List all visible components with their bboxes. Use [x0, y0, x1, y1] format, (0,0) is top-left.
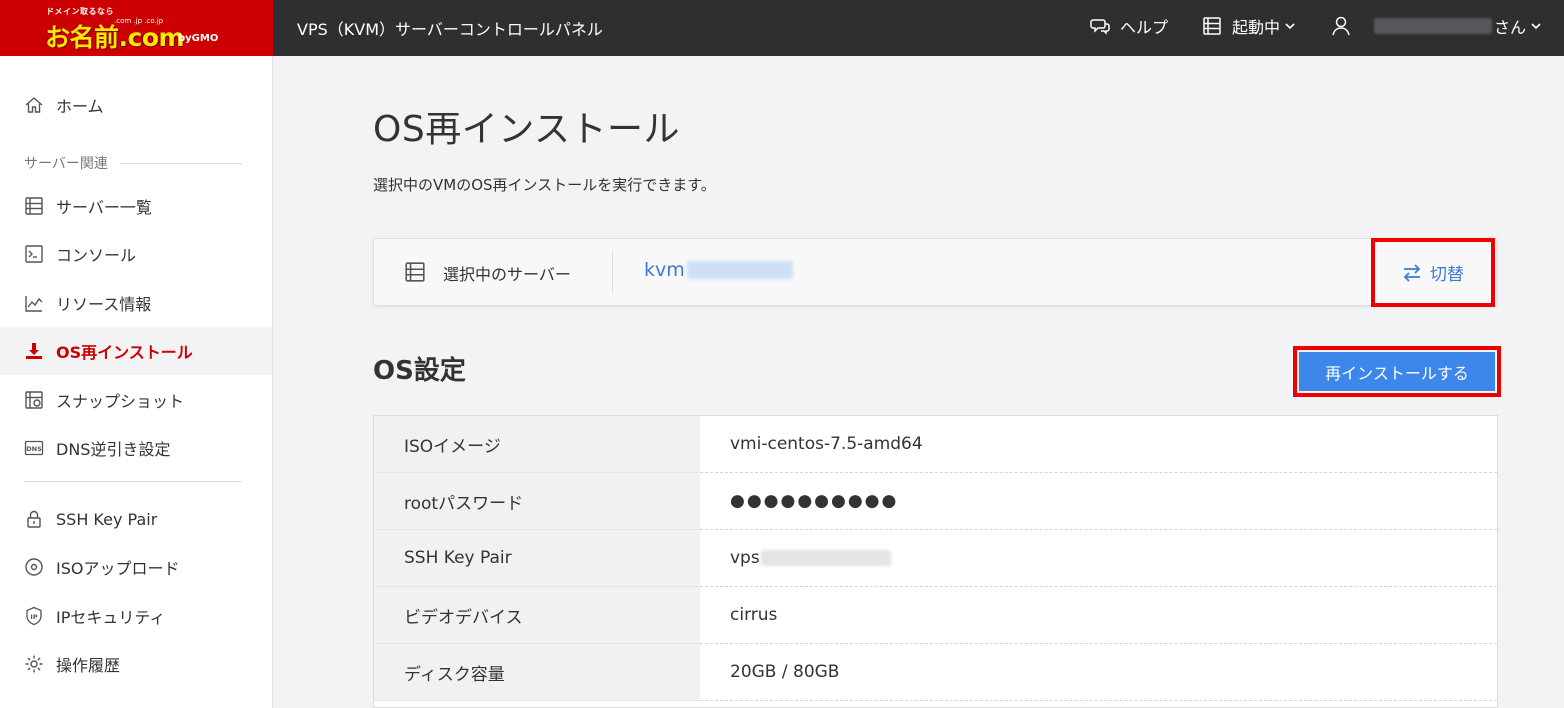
top-header: ドメイン取るなら .com .jp .co.jp お名前.com byGMO V… — [0, 0, 1564, 56]
os-settings-title: OS設定 — [373, 356, 466, 386]
line-chart-icon — [24, 293, 44, 313]
status-label: 起動中 — [1232, 18, 1281, 37]
selected-server-name: kvm — [644, 259, 793, 281]
sidebar-item-label: DNS逆引き設定 — [56, 440, 171, 459]
sidebar-item-label: OS再インストール — [56, 343, 193, 362]
logo-tagline: ドメイン取るなら — [46, 7, 114, 16]
reinstall-button[interactable]: 再インストールする — [1299, 352, 1495, 391]
gear-icon — [24, 654, 44, 674]
dns-icon: DNS — [24, 438, 44, 458]
section-label-server: サーバー関連 — [24, 153, 242, 173]
sidebar-item-label: ホーム — [56, 97, 104, 116]
chat-bubbles-icon — [1090, 19, 1110, 35]
setting-key: ディスク容量 — [374, 644, 700, 701]
page-description: 選択中のVMのOS再インストールを実行できます。 — [373, 176, 716, 194]
user-icon — [1332, 16, 1350, 36]
sidebar-divider — [24, 481, 242, 482]
user-name-redacted — [1374, 18, 1492, 34]
table-row: SSH Key Pair vps — [374, 530, 1497, 587]
sidebar-item-home[interactable]: ホーム — [0, 81, 272, 129]
sidebar-item-label: リソース情報 — [56, 295, 152, 314]
sidebar: ホーム サーバー関連 サーバー一覧 コンソール リソース情報 OS再インストール… — [0, 56, 273, 708]
setting-value: cirrus — [700, 587, 1497, 644]
sidebar-item-ssh-key[interactable]: SSH Key Pair — [0, 495, 272, 543]
server-list-icon — [1203, 17, 1221, 35]
sidebar-item-dns[interactable]: DNS DNS逆引き設定 — [0, 424, 272, 472]
sidebar-item-iso-upload[interactable]: ISOアップロード — [0, 543, 272, 591]
server-list-icon — [24, 196, 44, 216]
swap-arrows-icon — [1403, 263, 1421, 282]
page-title: OS再インストール — [373, 109, 680, 150]
svg-text:DNS: DNS — [26, 445, 42, 453]
sidebar-item-label: IPセキュリティ — [56, 608, 166, 627]
svg-text:IP: IP — [30, 613, 37, 621]
logo-gmo: byGMO — [178, 33, 219, 44]
header-title: VPS（KVM）サーバーコントロールパネル — [297, 20, 603, 39]
sidebar-item-os-reinstall[interactable]: OS再インストール — [0, 327, 272, 375]
setting-value: vmi-centos-7.5-amd64 — [700, 416, 1497, 473]
table-row: rootパスワード ●●●●●●●●●● — [374, 473, 1497, 530]
sidebar-item-snapshot[interactable]: スナップショット — [0, 376, 272, 424]
setting-key: SSH Key Pair — [374, 530, 700, 587]
server-list-icon — [404, 261, 426, 287]
key-name-redacted — [760, 550, 891, 566]
sidebar-item-console[interactable]: コンソール — [0, 230, 272, 278]
help-menu[interactable]: ヘルプ — [1090, 14, 1168, 38]
table-row: ディスク容量 20GB / 80GB — [374, 644, 1497, 701]
sidebar-item-label: ISOアップロード — [56, 559, 180, 578]
setting-key: ビデオデバイス — [374, 587, 700, 644]
sidebar-item-label: 操作履歴 — [56, 656, 121, 675]
logo-text: お名前.com — [45, 23, 185, 52]
chevron-down-icon — [1285, 23, 1295, 30]
onamae-logo[interactable]: ドメイン取るなら .com .jp .co.jp お名前.com byGMO — [0, 0, 273, 56]
sidebar-item-ip-security[interactable]: IP IPセキュリティ — [0, 592, 272, 640]
selected-server-card: 選択中のサーバー kvm 切替 — [373, 238, 1497, 307]
sidebar-item-label: コンソール — [56, 246, 137, 265]
table-row: ビデオデバイス cirrus — [374, 587, 1497, 644]
user-suffix: さん — [1494, 18, 1527, 37]
snapshot-icon — [24, 390, 44, 410]
sidebar-item-resource[interactable]: リソース情報 — [0, 279, 272, 327]
setting-key: rootパスワード — [374, 473, 700, 530]
help-label: ヘルプ — [1120, 18, 1169, 37]
os-settings-table: ISOイメージ vmi-centos-7.5-amd64 rootパスワード ●… — [373, 415, 1498, 708]
reinstall-highlight: 再インストールする — [1293, 346, 1501, 397]
disc-icon — [24, 557, 44, 577]
sidebar-item-server-list[interactable]: サーバー一覧 — [0, 182, 272, 230]
home-icon — [24, 95, 44, 115]
setting-value: ●●●●●●●●●● — [700, 473, 1497, 530]
table-row: ISOイメージ vmi-centos-7.5-amd64 — [374, 416, 1497, 473]
selected-server-label: 選択中のサーバー — [443, 265, 571, 284]
sidebar-item-label: SSH Key Pair — [56, 509, 158, 529]
switch-server-button[interactable]: 切替 — [1371, 238, 1495, 307]
sidebar-item-label: サーバー一覧 — [56, 198, 152, 217]
chevron-down-icon — [1531, 23, 1541, 30]
download-icon — [24, 341, 44, 361]
setting-value: 20GB / 80GB — [700, 644, 1497, 701]
server-id-redacted — [686, 261, 793, 279]
server-status-menu[interactable]: 起動中 — [1202, 14, 1306, 38]
lock-icon — [24, 509, 44, 529]
setting-value: vps — [700, 530, 1497, 587]
switch-label: 切替 — [1430, 265, 1464, 285]
user-menu[interactable]: さん — [1332, 14, 1552, 38]
sidebar-item-history[interactable]: 操作履歴 — [0, 640, 272, 688]
sidebar-item-label: スナップショット — [56, 392, 185, 411]
card-divider — [612, 251, 613, 293]
ip-shield-icon: IP — [24, 606, 44, 626]
terminal-icon — [24, 244, 44, 264]
setting-key: ISOイメージ — [374, 416, 700, 473]
